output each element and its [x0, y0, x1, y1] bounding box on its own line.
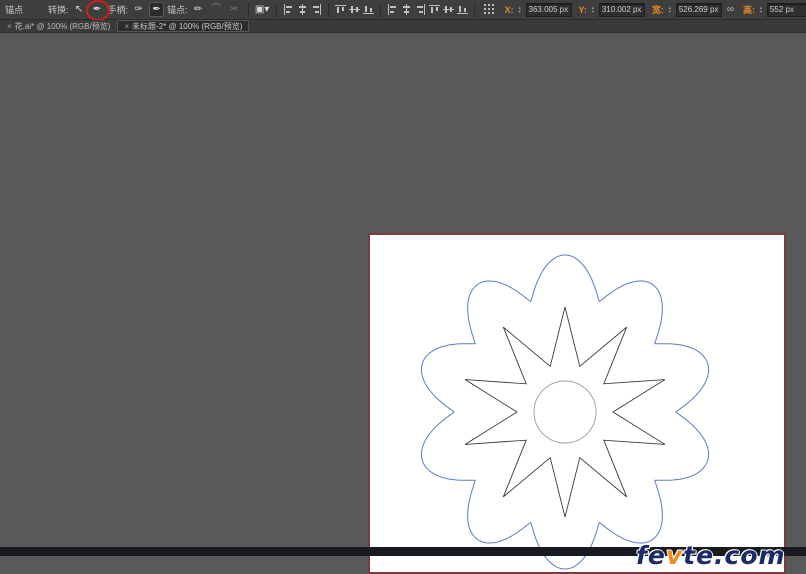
x-input[interactable]: 363.005 px — [525, 2, 572, 17]
height-stepper[interactable]: ▲ ▼ — [759, 5, 763, 14]
convert-to-smooth-wrap: ✒ — [85, 0, 110, 21]
center-circle[interactable] — [533, 380, 597, 444]
separator — [247, 2, 249, 17]
reference-point-grid-icon[interactable] — [483, 4, 495, 15]
separator — [327, 2, 329, 17]
convert-to-smooth-icon[interactable]: ✒ — [90, 2, 105, 17]
align-middle-v-icon[interactable] — [348, 4, 360, 15]
document-tab-bar: × 花.ai* @ 100% (RGB/预览) × 未标题-2* @ 100% … — [0, 20, 806, 33]
align-top-icon[interactable] — [334, 4, 346, 15]
distribute-left-icon[interactable] — [387, 4, 398, 15]
artboard[interactable] — [368, 233, 786, 574]
separator — [379, 2, 381, 17]
anchor-panel-title: 锚点 — [5, 5, 24, 15]
anchors-group-label: 锚点: — [167, 5, 188, 15]
width-field-label: 宽: — [651, 5, 664, 15]
tab-hua-ai[interactable]: × 花.ai* @ 100% (RGB/预览) — [0, 20, 117, 32]
x-field-label: X: — [504, 4, 514, 15]
artboard-svg[interactable] — [370, 235, 784, 572]
align-target-dropdown[interactable]: ▣ ▾ — [255, 2, 270, 17]
height-field-label: 高: — [742, 5, 755, 15]
tab-label: 花.ai* @ 100% (RGB/预览) — [14, 21, 111, 31]
illustrator-window: { "options_bar": { "anchor_title": "锚点",… — [0, 0, 806, 574]
align-left-icon[interactable] — [283, 4, 294, 15]
align-dropdown-box-icon: ▣ — [254, 3, 265, 15]
tab-untitled-2[interactable]: × 未标题-2* @ 100% (RGB/预览) — [117, 20, 250, 32]
width-stepper[interactable]: ▲ ▼ — [668, 5, 672, 14]
show-handles-icon[interactable]: ✑ — [131, 2, 146, 17]
distribute-center-h-icon[interactable] — [401, 4, 412, 15]
handles-group-label: 手柄: — [107, 5, 129, 15]
constrain-proportions-icon[interactable]: ∞ — [727, 4, 734, 15]
distribute-middle-v-icon[interactable] — [442, 4, 454, 15]
star-path[interactable] — [464, 306, 666, 518]
convert-to-corner-icon[interactable]: ↖ — [72, 2, 87, 17]
cut-path-icon[interactable]: ✂ — [227, 2, 242, 17]
x-stepper[interactable]: ▲ ▼ — [518, 5, 522, 14]
options-bar: 锚点 转换: ↖ ✒ 手柄: ✑ ✒ 锚点: ✏ ⌒ ✂ ▣ ▾ X: ▲ ▼ 36… — [0, 0, 806, 21]
close-icon[interactable]: × — [124, 22, 129, 31]
chevron-down-icon: ▾ — [264, 3, 270, 15]
tab-label: 未标题-2* @ 100% (RGB/预览) — [132, 21, 243, 31]
y-field-label: Y: — [578, 4, 587, 15]
height-input[interactable]: 552 px — [766, 2, 806, 17]
width-input[interactable]: 526.269 px — [675, 2, 722, 17]
convert-group-label: 转换: — [48, 5, 69, 15]
hide-handles-icon[interactable]: ✒ — [149, 2, 165, 17]
connect-endpoints-icon[interactable]: ⌒ — [209, 2, 224, 17]
y-stepper[interactable]: ▲ ▼ — [591, 5, 595, 14]
y-input[interactable]: 310.002 px — [598, 2, 645, 17]
align-right-icon[interactable] — [311, 4, 322, 15]
align-center-h-icon[interactable] — [297, 4, 308, 15]
separator — [473, 2, 475, 17]
close-icon[interactable]: × — [7, 22, 12, 31]
distribute-right-icon[interactable] — [415, 4, 426, 15]
remove-anchor-icon[interactable]: ✏ — [191, 2, 206, 17]
distribute-bottom-icon[interactable] — [456, 4, 468, 15]
align-bottom-icon[interactable] — [362, 4, 374, 15]
canvas-area[interactable]: fevte.com — [0, 33, 806, 574]
separator — [275, 2, 277, 17]
flower-outline-path[interactable] — [420, 254, 710, 570]
distribute-top-icon[interactable] — [428, 4, 440, 15]
